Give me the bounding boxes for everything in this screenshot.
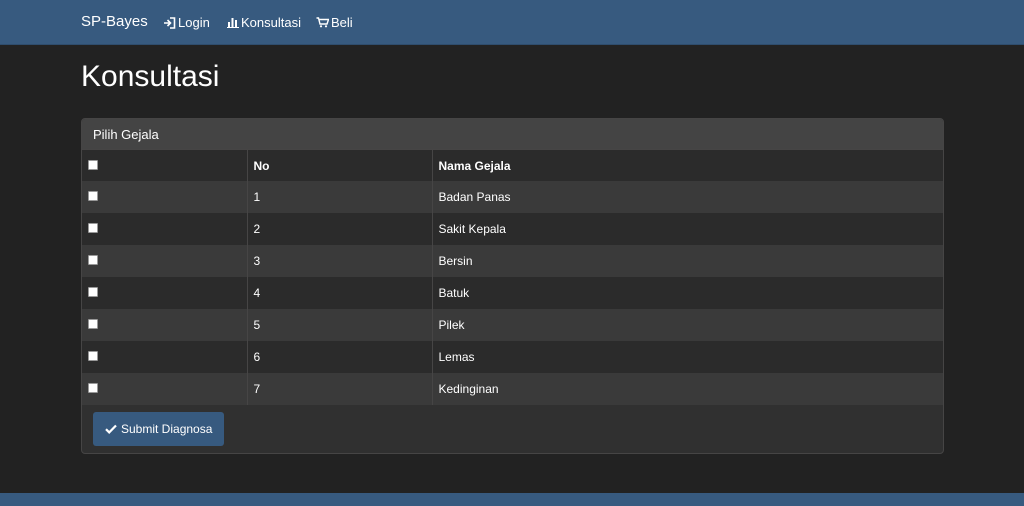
row-checkbox-cell (82, 181, 247, 213)
select-all-checkbox[interactable] (88, 159, 98, 170)
symptom-checkbox[interactable] (88, 351, 98, 361)
column-header-no: No (246, 150, 432, 181)
row-name: Lemas (431, 341, 943, 373)
table-row: 7 Kedinginan (82, 373, 943, 405)
table-row: 1 Badan Panas (82, 181, 943, 213)
row-name: Batuk (431, 277, 943, 309)
footer (0, 493, 1024, 506)
page-title: Konsultasi (81, 60, 220, 93)
row-checkbox-cell (82, 341, 247, 373)
select-all-cell (82, 150, 247, 181)
nav-item-login-label: Login (178, 15, 210, 30)
row-checkbox-cell (82, 213, 247, 245)
symptom-panel: Pilih Gejala No Nama Gejala 1 Badan Pana… (81, 118, 944, 454)
column-header-name: Nama Gejala (431, 150, 943, 181)
table-row: 2 Sakit Kepala (82, 213, 943, 245)
symptom-checkbox[interactable] (88, 383, 98, 393)
table-row: 3 Bersin (82, 245, 943, 277)
nav-item-login[interactable]: Login (163, 15, 210, 30)
brand-link[interactable]: SP-Bayes (81, 13, 148, 30)
row-no: 1 (246, 181, 432, 213)
symptom-checkbox[interactable] (88, 319, 98, 329)
row-name: Kedinginan (431, 373, 943, 405)
row-no: 4 (246, 277, 432, 309)
panel-heading: Pilih Gejala (82, 119, 943, 150)
login-icon (164, 16, 176, 29)
row-checkbox-cell (82, 277, 247, 309)
row-no: 3 (246, 245, 432, 277)
submit-diagnosa-button[interactable]: Submit Diagnosa (93, 412, 225, 446)
row-no: 2 (246, 213, 432, 245)
panel-footer: Submit Diagnosa (82, 405, 943, 453)
cart-icon (316, 17, 329, 28)
row-checkbox-cell (82, 373, 247, 405)
row-name: Badan Panas (431, 181, 943, 213)
submit-diagnosa-label: Submit Diagnosa (121, 422, 213, 436)
table-row: 6 Lemas (82, 341, 943, 373)
table-header-row: No Nama Gejala (82, 150, 943, 181)
row-no: 5 (246, 309, 432, 341)
check-icon (105, 424, 117, 434)
nav-item-beli[interactable]: Beli (316, 15, 353, 30)
symptom-checkbox[interactable] (88, 223, 98, 233)
bar-chart-icon (227, 18, 239, 28)
symptom-checkbox[interactable] (88, 287, 98, 297)
row-name: Pilek (431, 309, 943, 341)
nav-item-konsultasi-label: Konsultasi (241, 15, 301, 30)
table-row: 5 Pilek (82, 309, 943, 341)
row-name: Bersin (431, 245, 943, 277)
row-checkbox-cell (82, 245, 247, 277)
symptom-table: No Nama Gejala 1 Badan Panas 2 Sakit Kep… (82, 150, 943, 405)
row-no: 6 (246, 341, 432, 373)
row-name: Sakit Kepala (431, 213, 943, 245)
row-checkbox-cell (82, 309, 247, 341)
navbar: SP-Bayes Login Konsultasi Beli (0, 0, 1024, 45)
nav-item-beli-label: Beli (331, 15, 353, 30)
symptom-checkbox[interactable] (88, 191, 98, 201)
nav-item-konsultasi[interactable]: Konsultasi (227, 15, 301, 30)
symptom-checkbox[interactable] (88, 255, 98, 265)
table-row: 4 Batuk (82, 277, 943, 309)
row-no: 7 (246, 373, 432, 405)
